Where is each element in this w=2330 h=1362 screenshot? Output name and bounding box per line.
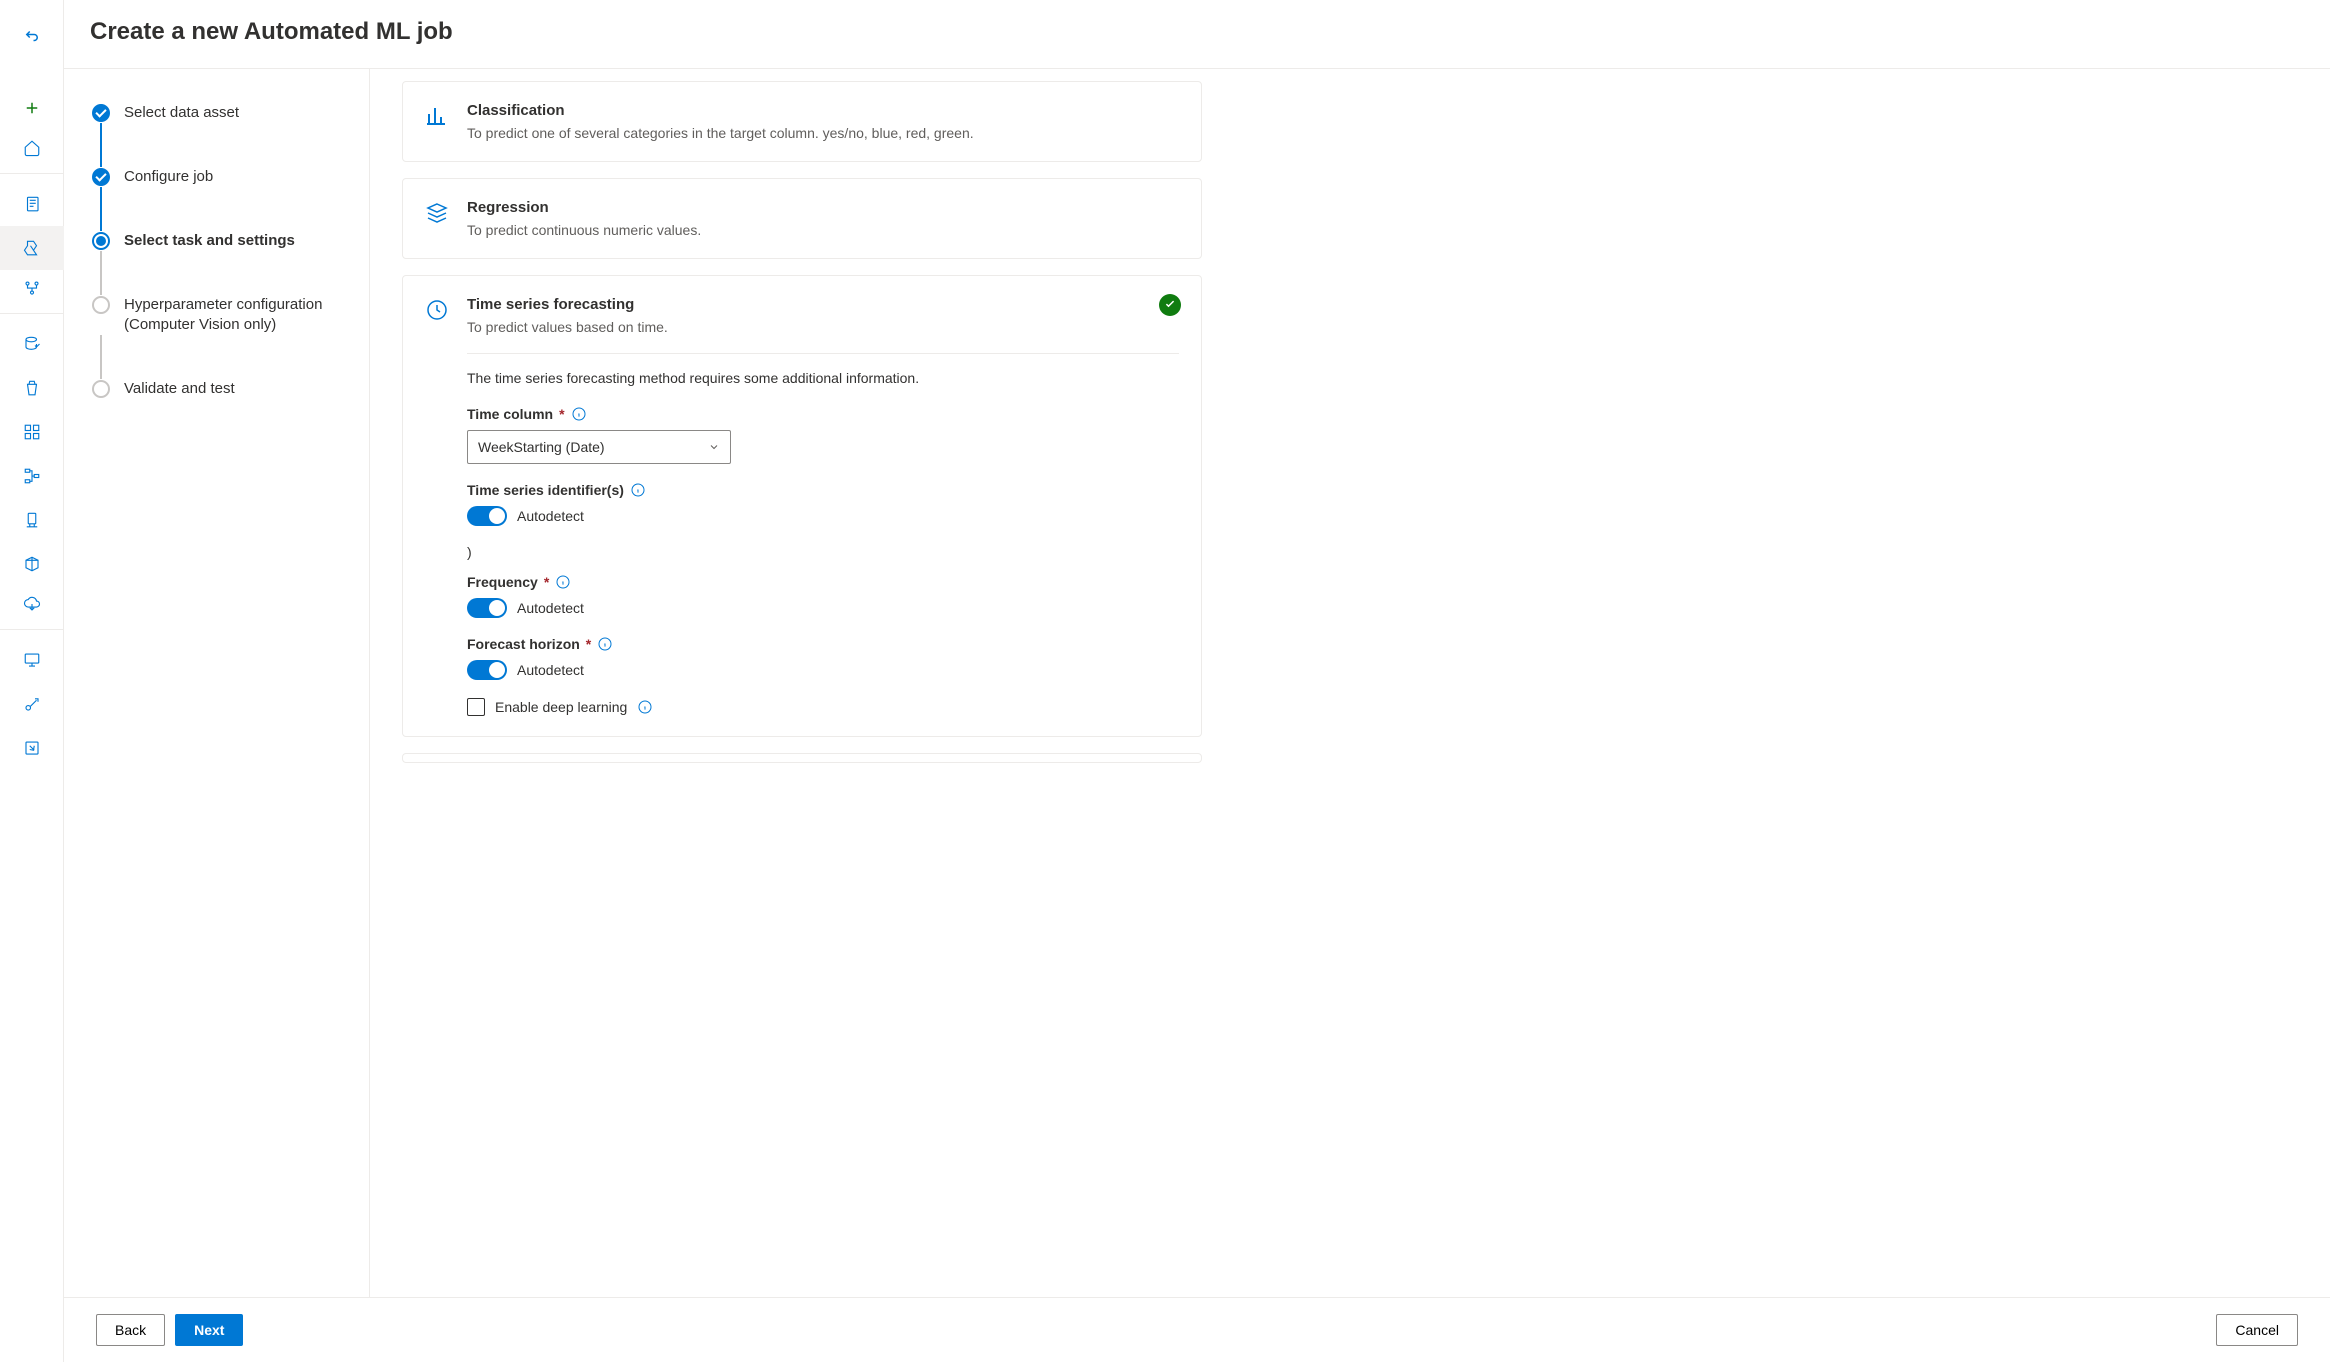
step-configure-job[interactable]: Configure job	[92, 167, 345, 187]
nav-jobs-icon[interactable]	[0, 366, 64, 410]
task-desc: To predict continuous numeric values.	[467, 222, 1179, 238]
nav-designer-icon[interactable]	[0, 270, 64, 314]
task-forecasting[interactable]: Time series forecasting To predict value…	[402, 275, 1202, 737]
deep-learning-checkbox[interactable]	[467, 698, 485, 716]
toggle-label: Autodetect	[517, 662, 584, 678]
nav-datastores-icon[interactable]	[0, 682, 64, 726]
layers-icon	[425, 201, 449, 225]
toggle-label: Autodetect	[517, 600, 584, 616]
nav-environments-icon[interactable]	[0, 498, 64, 542]
step-select-task[interactable]: Select task and settings	[92, 231, 345, 251]
step-marker-todo-icon	[92, 296, 110, 314]
nav-linked-icon[interactable]	[0, 726, 64, 770]
frequency-toggle[interactable]	[467, 598, 507, 618]
step-marker-todo-icon	[92, 380, 110, 398]
step-connector	[100, 123, 102, 167]
nav-components-icon[interactable]	[0, 410, 64, 454]
step-validate[interactable]: Validate and test	[92, 379, 345, 399]
time-column-label: Time column *	[467, 406, 1179, 422]
frequency-label: Frequency *	[467, 574, 1179, 590]
task-desc: To predict one of several categories in …	[467, 125, 1179, 141]
wizard-footer: Back Next Cancel	[64, 1298, 2330, 1362]
back-button[interactable]: Back	[96, 1314, 165, 1346]
page-header: Create a new Automated ML job	[64, 0, 2330, 69]
step-marker-done-icon	[92, 168, 110, 186]
info-icon[interactable]	[597, 636, 613, 652]
task-desc: To predict values based on time.	[467, 319, 1179, 335]
selected-check-icon	[1159, 294, 1181, 316]
nav-models-icon[interactable]	[0, 542, 64, 586]
task-title: Regression	[467, 199, 1179, 216]
forecasting-settings: The time series forecasting method requi…	[467, 353, 1179, 716]
nav-automl-icon[interactable]	[0, 226, 64, 270]
nav-back-icon[interactable]	[0, 14, 64, 58]
info-icon[interactable]	[630, 482, 646, 498]
chevron-down-icon	[708, 441, 720, 453]
step-hyperparameter[interactable]: Hyperparameter configuration (Computer V…	[92, 295, 345, 335]
chart-bar-icon	[425, 104, 449, 128]
nav-compute-icon[interactable]	[0, 638, 64, 682]
info-icon[interactable]	[571, 406, 587, 422]
task-title: Time series forecasting	[467, 296, 1179, 313]
step-select-data-asset[interactable]: Select data asset	[92, 103, 345, 123]
clock-icon	[425, 298, 449, 322]
nav-data-icon[interactable]	[0, 322, 64, 366]
horizon-toggle[interactable]	[467, 660, 507, 680]
step-connector	[100, 335, 102, 379]
wizard-stepper: Select data asset Configure job Select t…	[64, 69, 370, 1297]
nav-notebooks-icon[interactable]	[0, 182, 64, 226]
task-classification[interactable]: Classification To predict one of several…	[402, 81, 1202, 162]
task-title: Classification	[467, 102, 1179, 119]
nav-pipelines-icon[interactable]	[0, 454, 64, 498]
nav-home-icon[interactable]	[0, 130, 64, 174]
ts-identifiers-toggle[interactable]	[467, 506, 507, 526]
forecasting-intro: The time series forecasting method requi…	[467, 370, 1179, 386]
nav-rail	[0, 0, 64, 1362]
toggle-label: Autodetect	[517, 508, 584, 524]
step-connector	[100, 187, 102, 231]
horizon-label: Forecast horizon *	[467, 636, 1179, 652]
task-regression[interactable]: Regression To predict continuous numeric…	[402, 178, 1202, 259]
next-button[interactable]: Next	[175, 1314, 243, 1346]
cancel-button[interactable]: Cancel	[2216, 1314, 2298, 1346]
step-marker-done-icon	[92, 104, 110, 122]
info-icon[interactable]	[555, 574, 571, 590]
page-title: Create a new Automated ML job	[90, 18, 2304, 46]
info-icon[interactable]	[637, 699, 653, 715]
nav-new-icon[interactable]	[0, 86, 64, 130]
step-connector	[100, 251, 102, 295]
time-column-select[interactable]: WeekStarting (Date)	[467, 430, 731, 464]
deep-learning-label: Enable deep learning	[495, 699, 627, 715]
nav-endpoints-icon[interactable]	[0, 586, 64, 630]
next-card-peek	[402, 753, 1202, 763]
step-marker-current-icon	[92, 232, 110, 250]
ts-identifiers-label: Time series identifier(s)	[467, 482, 1179, 498]
stray-text: )	[467, 544, 1179, 560]
